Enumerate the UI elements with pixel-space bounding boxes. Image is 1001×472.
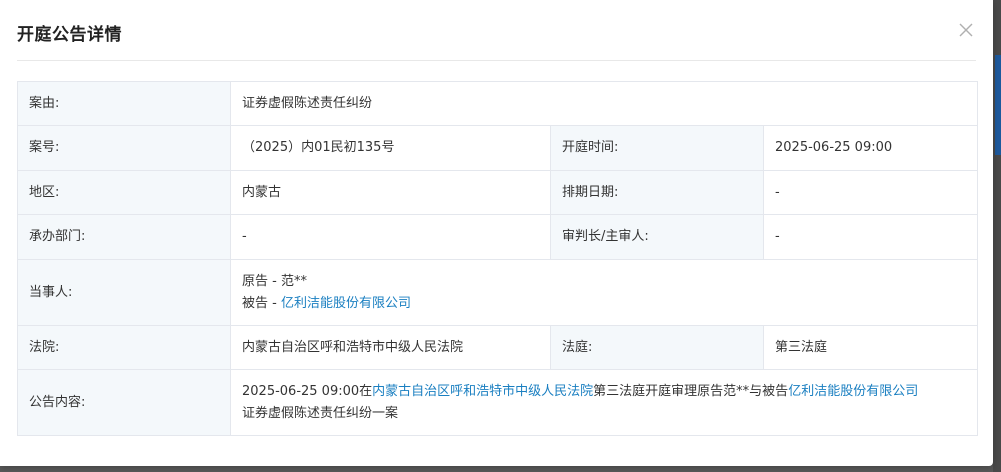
close-icon[interactable] [956, 20, 976, 40]
plaintiff-line: 原告 - 范** [242, 271, 966, 293]
presiding-judge-label: 审判长/主审人: [550, 214, 764, 260]
row-case-cause: 案由: 证券虚假陈述责任纠纷 [17, 81, 979, 126]
case-no-value: （2025）内01民初135号 [230, 125, 551, 171]
region-value: 内蒙古 [230, 170, 551, 215]
header-divider [17, 60, 976, 61]
plaintiff-prefix: 原告 - [242, 273, 281, 289]
company-link[interactable]: 亿利洁能股份有限公司 [788, 384, 918, 399]
courtroom-label: 法庭: [550, 325, 764, 370]
backdrop-accent [995, 55, 1001, 155]
defendant-line: 被告 - 亿利洁能股份有限公司 [242, 293, 966, 315]
parties-value: 原告 - 范** 被告 - 亿利洁能股份有限公司 [229, 259, 979, 326]
case-cause-value: 证券虚假陈述责任纠纷 [229, 81, 979, 126]
schedule-date-value: - [762, 170, 979, 215]
row-region: 地区: 内蒙古 排期日期: - [17, 170, 979, 215]
defendant-company-link[interactable]: 亿利洁能股份有限公司 [281, 296, 411, 311]
content-part1: 2025-06-25 09:00在 [242, 383, 373, 399]
court-link[interactable]: 内蒙古自治区呼和浩特市中级人民法院 [372, 384, 593, 399]
content-part2: 第三法庭开庭审理原告范**与被告 [593, 383, 789, 399]
row-department: 承办部门: - 审判长/主审人: - [17, 214, 979, 260]
row-case-no: 案号: （2025）内01民初135号 开庭时间: 2025-06-25 09:… [17, 125, 979, 171]
row-content: 公告内容: 2025-06-25 09:00在内蒙古自治区呼和浩特市中级人民法院… [17, 369, 979, 436]
modal-title: 开庭公告详情 [17, 25, 122, 45]
department-value: - [230, 214, 551, 260]
case-no-label: 案号: [17, 125, 231, 171]
presiding-judge-value: - [762, 214, 979, 260]
region-label: 地区: [17, 170, 231, 215]
plaintiff-name: 范** [280, 273, 307, 289]
content-part3: 证券虚假陈述责任纠纷一案 [242, 405, 399, 421]
parties-label: 当事人: [17, 259, 231, 326]
court-value: 内蒙古自治区呼和浩特市中级人民法院 [230, 325, 551, 370]
hearing-time-label: 开庭时间: [550, 125, 764, 171]
row-parties: 当事人: 原告 - 范** 被告 - 亿利洁能股份有限公司 [17, 259, 979, 326]
hearing-time-value: 2025-06-25 09:00 [762, 125, 979, 171]
defendant-prefix: 被告 - [242, 295, 281, 311]
content-label: 公告内容: [17, 369, 231, 436]
content-value: 2025-06-25 09:00在内蒙古自治区呼和浩特市中级人民法院第三法庭开庭… [229, 369, 979, 436]
modal-header: 开庭公告详情 [0, 0, 993, 60]
case-cause-label: 案由: [17, 81, 231, 126]
hearing-notice-modal: 开庭公告详情 案由: 证券虚假陈述责任纠纷 案号: （2025）内01民初135… [0, 0, 993, 466]
courtroom-value: 第三法庭 [762, 325, 979, 370]
department-label: 承办部门: [17, 214, 231, 260]
detail-table: 案由: 证券虚假陈述责任纠纷 案号: （2025）内01民初135号 开庭时间:… [17, 81, 979, 436]
schedule-date-label: 排期日期: [550, 170, 764, 215]
court-label: 法院: [17, 325, 231, 370]
row-court: 法院: 内蒙古自治区呼和浩特市中级人民法院 法庭: 第三法庭 [17, 325, 979, 370]
